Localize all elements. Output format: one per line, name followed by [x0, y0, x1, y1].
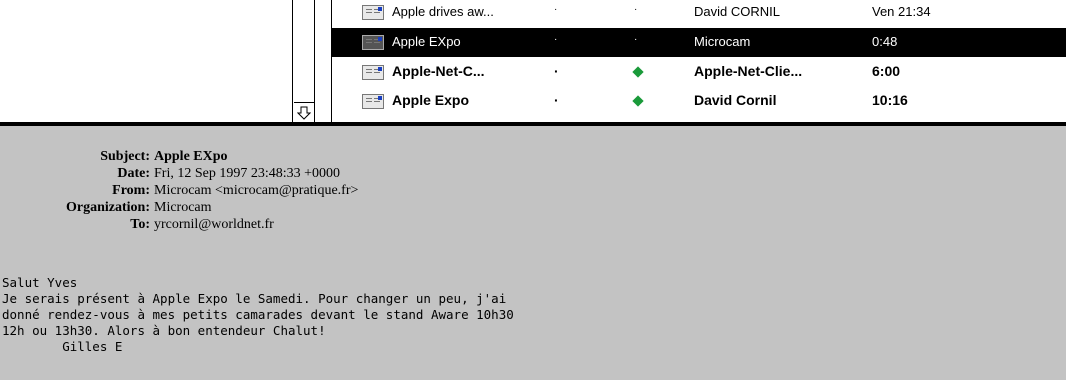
folder-pane[interactable]	[0, 0, 292, 122]
date-label: Date:	[117, 166, 150, 181]
message-body[interactable]: Salut Yves Je serais présent à Apple Exp…	[2, 275, 514, 355]
green-flag-diamond-icon	[632, 92, 644, 108]
message-sender: Apple-Net-Clie...	[694, 63, 803, 79]
flag-status-dot: ·	[634, 4, 638, 15]
read-status-dot: ·	[554, 92, 559, 108]
message-sender: David Cornil	[694, 92, 777, 108]
message-date: 0:48	[872, 34, 898, 49]
message-document-icon	[362, 94, 384, 109]
green-flag-diamond-icon	[632, 63, 644, 79]
message-row-selected[interactable]: Apple EXpo · · Microcam 0:48	[332, 28, 1066, 57]
message-sender: David CORNIL	[694, 4, 780, 19]
from-label: From:	[112, 183, 150, 198]
message-row[interactable]: Apple-Net-C... · Apple-Net-Clie... 6:00	[332, 58, 1066, 87]
message-subject: Apple drives aw...	[392, 4, 494, 19]
message-document-icon	[362, 5, 384, 20]
read-status-dot: ·	[554, 34, 558, 45]
message-document-icon	[362, 65, 384, 80]
subject-label: Subject:	[100, 149, 150, 164]
date-value: Fri, 12 Sep 1997 23:48:33 +0000	[154, 166, 341, 181]
organization-value: Microcam	[154, 200, 212, 215]
subject-value: Apple EXpo	[154, 149, 228, 164]
message-subject: Apple Expo	[392, 92, 470, 108]
message-list-area: Apple drives aw... · · David CORNIL Ven …	[0, 0, 1066, 122]
message-subject: Apple-Net-C...	[392, 63, 485, 79]
message-sender: Microcam	[694, 34, 751, 49]
message-date: 10:16	[872, 92, 908, 108]
message-row[interactable]: Apple drives aw... · · David CORNIL Ven …	[332, 0, 1066, 27]
message-date: Ven 21:34	[872, 4, 931, 19]
folder-scrollbar[interactable]	[292, 0, 315, 122]
to-value[interactable]: yrcornil@worldnet.fr	[154, 217, 274, 233]
organization-label: Organization:	[66, 200, 150, 215]
from-value[interactable]: Microcam <microcam@pratique.fr>	[154, 183, 358, 199]
message-list[interactable]: Apple drives aw... · · David CORNIL Ven …	[332, 0, 1066, 122]
read-status-dot: ·	[554, 63, 559, 79]
message-date: 6:00	[872, 63, 901, 79]
message-document-icon	[362, 35, 384, 50]
flag-status-dot: ·	[634, 34, 638, 45]
message-subject: Apple EXpo	[392, 34, 461, 49]
scroll-down-arrow-icon[interactable]	[294, 102, 314, 122]
pane-gap	[315, 0, 332, 122]
message-row[interactable]: Apple Expo · David Cornil 10:16	[332, 87, 1066, 116]
read-status-dot: ·	[554, 4, 558, 15]
to-label: To:	[130, 217, 150, 232]
